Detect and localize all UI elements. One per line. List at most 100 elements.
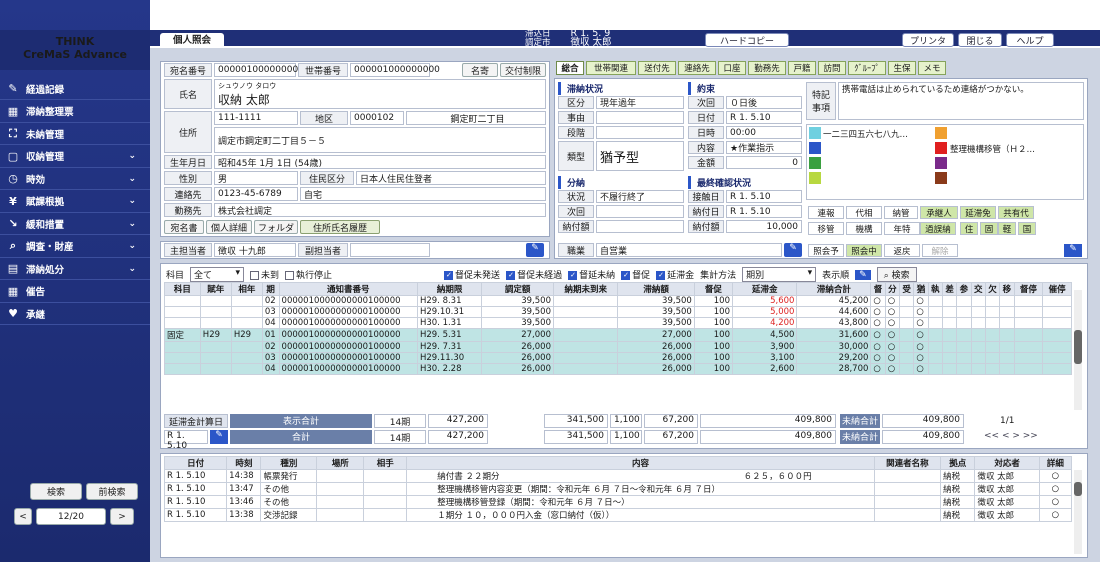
tab-8[interactable]: ｸﾞﾙｰﾌﾟ [848,61,886,75]
edit-icon[interactable]: ✎ [855,269,871,280]
tab-kojin-shokai[interactable]: 個人照会 [160,33,224,48]
hist-header-4: 相手 [363,456,408,470]
prev-search-button[interactable]: 前検索 [86,483,138,500]
history-scrollbar[interactable] [1074,470,1082,554]
tab-3[interactable]: 連絡先 [678,61,716,75]
prev-page-button[interactable]: < [14,508,32,525]
printer-button[interactable]: プリンタ [902,33,954,47]
tab-9[interactable]: 生保 [888,61,916,75]
chk-5[interactable]: 延滞金 [656,268,694,281]
nav-item-2[interactable]: ⛶ 未納管理 [0,123,150,145]
edit-icon[interactable]: ✎ [526,243,544,257]
area-label: 地区 [300,111,348,125]
hist-kyoten: 納税 [940,495,976,509]
history-row[interactable]: R 1. 5.10 13:47 その他 整理機構移管内容変更（期間：令和元年 ６月 ７… [164,482,1072,496]
cell-empty [1042,363,1072,375]
edit-shokuyo-icon[interactable]: ✎ [784,243,802,257]
tab-0[interactable]: 総合 [556,61,584,75]
tab-6[interactable]: 戸籍 [788,61,816,75]
table-row[interactable]: 03 0000010000000000100000 H29.11.30 26,000 2… [164,352,1072,364]
cell-empty [1042,341,1072,353]
hist-header-0: 日付 [164,456,228,470]
tab-2[interactable]: 送付先 [638,61,676,75]
hist-taiou: 徴収 太郎 [974,482,1040,496]
hist-detail[interactable]: ○ [1038,508,1072,522]
search-button[interactable]: 検索 [30,483,82,500]
search-filter-button[interactable]: ⌕ 検索 [876,267,917,282]
cell-c2: ○ [884,328,901,342]
folder-button[interactable]: フォルダ [254,220,298,234]
grid-header-10: 延滞金 [731,282,798,296]
koufu-seigen-button[interactable]: 交付制限 [500,63,546,77]
cell-c3 [899,328,915,342]
address-value: 調定市鋼定町二丁目５－５ [214,127,546,153]
nav-item-8[interactable]: ▤ 滞納処分 ⌄ [0,258,150,280]
nav-item-7[interactable]: ⌕ 調査・財産 ⌄ [0,236,150,258]
chk-minou[interactable]: 未到 [250,268,279,281]
table-row[interactable]: 02 0000010000000000100000 H29. 7.31 26,000 2… [164,341,1072,353]
nav-item-4[interactable]: ◷ 時効 ⌄ [0,168,150,190]
birth-value: 昭和45年 1月 1日 (54歳) [214,155,546,169]
history-row[interactable]: R 1. 5.10 13:38 交渉記録 １期分 １０，０００円入金（窓口納付（仮））… [164,508,1072,522]
chk-3[interactable]: 督延未納 [568,268,615,281]
tab-7[interactable]: 訪問 [818,61,846,75]
cell-kamoku [164,341,201,353]
table-row[interactable]: 03 0000010000000000100000 H29.10.31 39,500 3… [164,306,1072,318]
tab-4[interactable]: 口座 [718,61,746,75]
nav-item-10[interactable]: ♥ 承継 [0,303,150,325]
grid-pager[interactable]: << < > >> [984,431,1038,441]
atena-sho-button[interactable]: 宛名書 [164,220,204,234]
edit-flags-icon[interactable]: ✎ [1064,244,1082,257]
hist-taiou: 徴収 太郎 [974,508,1040,522]
chk-2-label: 督促未経過 [517,271,563,281]
hist-detail[interactable]: ○ [1038,469,1072,483]
cell-tainou: 39,500 [617,306,695,318]
nav-item-5[interactable]: ¥ 賦課根拠 ⌄ [0,191,150,213]
bunno-next-label: 次回 [558,205,594,218]
history-row[interactable]: R 1. 5.10 14:38 帳票発行 納付書 ２２期分 ６２５，６００円 納税 徴収 太… [164,469,1072,483]
agg-select[interactable]: 期別 ▾ [742,267,817,282]
contact-label: 連絡先 [164,187,212,201]
grid-scrollbar[interactable] [1074,290,1082,410]
yakusoku-next-value: ０日後 [726,96,802,109]
history-row[interactable]: R 1. 5.10 13:46 その他 整理機構移管登録（期間：令和元年 ６月 ７日～… [164,495,1072,509]
nav-item-3[interactable]: ▢ 収納管理 ⌄ [0,146,150,168]
cell-chotei: 26,000 [481,341,554,353]
yakusoku-content-value: ★作業指示 [726,141,802,154]
help-button[interactable]: ヘルプ [1006,33,1054,47]
cell-mitou [552,352,619,364]
hist-date: R 1. 5.10 [164,495,228,509]
scrollbar-thumb[interactable] [1074,330,1082,364]
detail-button[interactable]: 個人詳細 [206,220,252,234]
hist-detail[interactable]: ○ [1038,482,1072,496]
meiki-button[interactable]: 名寄 [462,63,498,77]
chk-shikko[interactable]: 執行停止 [285,268,332,281]
nav-item-9[interactable]: ▦ 催告 [0,281,150,303]
hardcopy-button[interactable]: ハードコピー [705,33,789,47]
close-button[interactable]: 閉じる [958,33,1002,47]
table-row[interactable]: 04 0000010000000000100000 H30. 1.31 39,500 3… [164,317,1072,329]
address-history-button[interactable]: 住所氏名履歴 [300,220,380,234]
scrollbar-thumb[interactable] [1074,482,1082,496]
hist-detail[interactable]: ○ [1038,495,1072,509]
search-icon: ⌕ [9,239,17,252]
edit-calc-icon[interactable]: ✎ [210,430,228,444]
table-row[interactable]: 02 0000010000000000100000 H29. 8.31 39,500 3… [164,295,1072,307]
chk-2[interactable]: 督促未経過 [506,268,562,281]
chk-4[interactable]: 督促 [621,268,650,281]
next-page-button[interactable]: > [110,508,134,525]
table-row[interactable]: 04 0000010000000000100000 H30. 2.28 26,000 2… [164,363,1072,375]
cell-total: 43,800 [796,317,872,329]
chevron-down-icon: ⌄ [128,263,136,274]
tab-1[interactable]: 世帯関連 [586,61,636,75]
nav-item-1[interactable]: ▦ 滞納整理票 [0,101,150,123]
nav-item-0[interactable]: ✎ 経過記録 [0,78,150,100]
cell-empty [941,317,958,329]
tab-5[interactable]: 勤務先 [748,61,786,75]
nav-item-6[interactable]: ↘ 緩和措置 ⌄ [0,213,150,235]
table-row[interactable]: 固定 H29 H29 01 0000010000000000100000 H29. 5.3… [164,328,1072,342]
tab-10[interactable]: メモ [918,61,946,75]
chk-1[interactable]: 督促未発送 [444,268,500,281]
kamoku-select[interactable]: 全て ▾ [190,267,245,282]
flag-1: 代相 [846,206,882,219]
